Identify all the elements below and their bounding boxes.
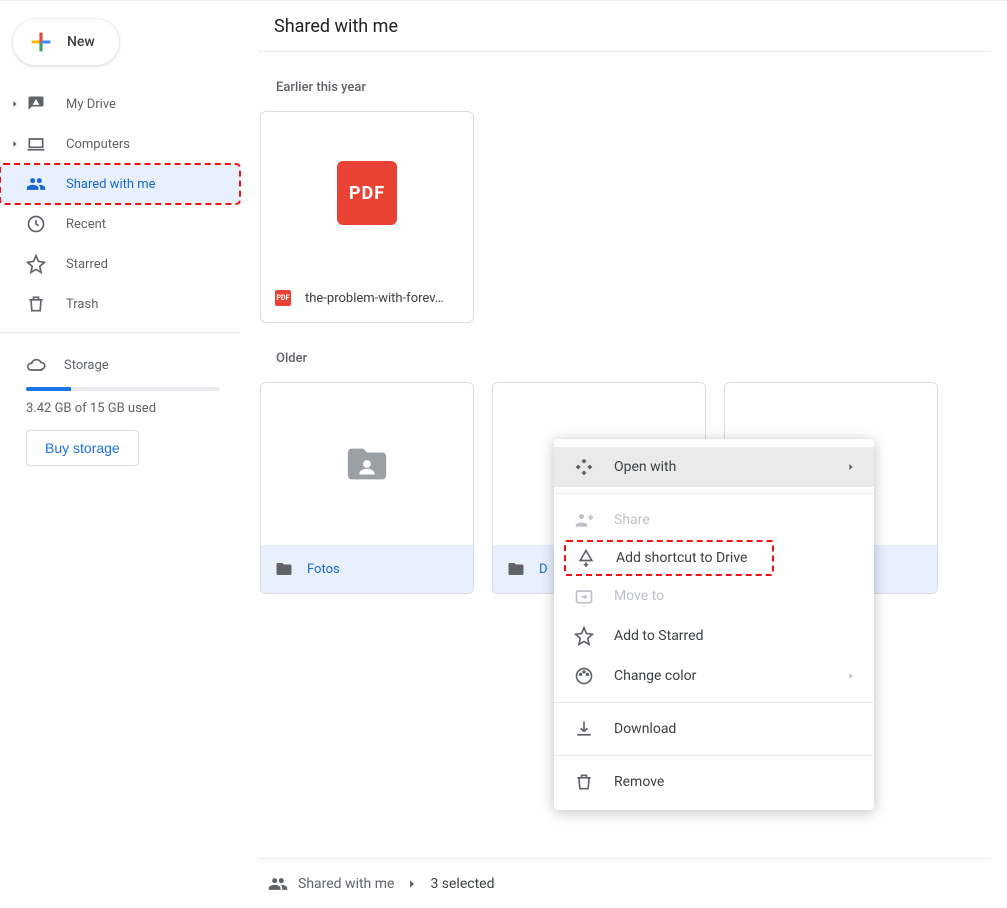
file-name: the-problem-with-forev…: [305, 291, 444, 306]
cloud-icon: [26, 355, 46, 375]
sidebar-item-recent[interactable]: Recent: [0, 204, 240, 244]
context-share[interactable]: Share: [554, 500, 874, 540]
storage-section: Storage 3.42 GB of 15 GB used Buy storag…: [0, 345, 240, 466]
context-label: Add shortcut to Drive: [616, 550, 754, 566]
download-icon: [572, 719, 596, 739]
sidebar-item-shared-with-me[interactable]: Shared with me: [0, 164, 240, 204]
sidebar-item-starred[interactable]: Starred: [0, 244, 240, 284]
context-add-starred[interactable]: Add to Starred: [554, 616, 874, 656]
context-label: Remove: [614, 774, 856, 790]
shared-folder-icon: [275, 560, 293, 578]
file-card[interactable]: PDF PDF the-problem-with-forev…: [260, 111, 474, 323]
breadcrumb-selection: 3 selected: [430, 876, 494, 892]
folder-card[interactable]: Fotos: [260, 382, 474, 594]
page-title: Shared with me: [258, 0, 991, 52]
sidebar-item-label: My Drive: [66, 97, 116, 112]
new-button-label: New: [67, 34, 95, 50]
menu-separator: [554, 493, 874, 494]
computers-icon: [24, 134, 48, 154]
storage-label: Storage: [64, 358, 109, 373]
star-icon: [572, 626, 596, 646]
folder-preview: [261, 383, 473, 545]
context-add-shortcut[interactable]: Add shortcut to Drive: [564, 540, 774, 576]
trash-icon: [24, 294, 48, 314]
context-change-color[interactable]: Change color: [554, 656, 874, 696]
breadcrumb-root[interactable]: Shared with me: [298, 876, 394, 892]
context-label: Open with: [614, 459, 846, 475]
shared-icon: [24, 174, 48, 194]
pdf-icon: PDF: [275, 290, 291, 306]
buy-storage-button[interactable]: Buy storage: [26, 430, 139, 466]
star-icon: [24, 254, 48, 274]
pdf-icon: PDF: [337, 161, 397, 225]
move-icon: [572, 586, 596, 606]
add-shortcut-icon: [574, 548, 598, 568]
chevron-right-icon: [406, 878, 418, 890]
context-download[interactable]: Download: [554, 709, 874, 749]
context-label: Download: [614, 721, 856, 737]
new-button[interactable]: New: [12, 18, 120, 66]
folder-name: Fotos: [307, 562, 340, 577]
menu-separator: [554, 702, 874, 703]
share-icon: [572, 510, 596, 530]
context-label: Add to Starred: [614, 628, 856, 644]
folder-name: D: [539, 562, 548, 577]
my-drive-icon: [24, 94, 48, 114]
storage-link[interactable]: Storage: [26, 345, 220, 385]
nav-list: My Drive Computers Shared with me Recent: [0, 84, 240, 324]
section-label-earlier: Earlier this year: [276, 80, 991, 95]
sidebar-item-trash[interactable]: Trash: [0, 284, 240, 324]
sidebar-item-computers[interactable]: Computers: [0, 124, 240, 164]
chevron-right-icon: [846, 671, 856, 681]
shared-icon: [268, 874, 288, 894]
sidebar-item-label: Trash: [66, 297, 98, 312]
clock-icon: [24, 214, 48, 234]
menu-separator: [554, 755, 874, 756]
divider: [0, 332, 240, 333]
sidebar-item-label: Shared with me: [66, 177, 156, 192]
sidebar: New My Drive Computers Share: [0, 0, 240, 908]
shared-folder-icon: [507, 560, 525, 578]
sidebar-item-label: Starred: [66, 257, 108, 272]
plus-icon: [27, 28, 55, 56]
file-preview: PDF: [261, 112, 473, 274]
breadcrumb: Shared with me 3 selected: [258, 858, 991, 908]
context-open-with[interactable]: Open with: [554, 447, 874, 487]
sidebar-item-my-drive[interactable]: My Drive: [0, 84, 240, 124]
open-with-icon: [572, 457, 596, 477]
sidebar-item-label: Recent: [66, 217, 106, 232]
chevron-right-icon: [8, 139, 22, 149]
chevron-right-icon: [846, 462, 856, 472]
section-label-older: Older: [276, 351, 991, 366]
shared-folder-icon: [339, 441, 395, 487]
storage-progress-bar: [26, 387, 220, 391]
chevron-right-icon: [8, 99, 22, 109]
storage-used-text: 3.42 GB of 15 GB used: [26, 401, 220, 416]
context-label: Move to: [614, 588, 856, 604]
context-menu: Open with Share Add shortcut to Drive Mo…: [554, 439, 874, 810]
context-move-to[interactable]: Move to: [554, 576, 874, 616]
sidebar-item-label: Computers: [66, 137, 130, 152]
palette-icon: [572, 666, 596, 686]
context-remove[interactable]: Remove: [554, 762, 874, 802]
trash-icon: [572, 772, 596, 792]
context-label: Share: [614, 512, 856, 528]
context-label: Change color: [614, 668, 846, 684]
